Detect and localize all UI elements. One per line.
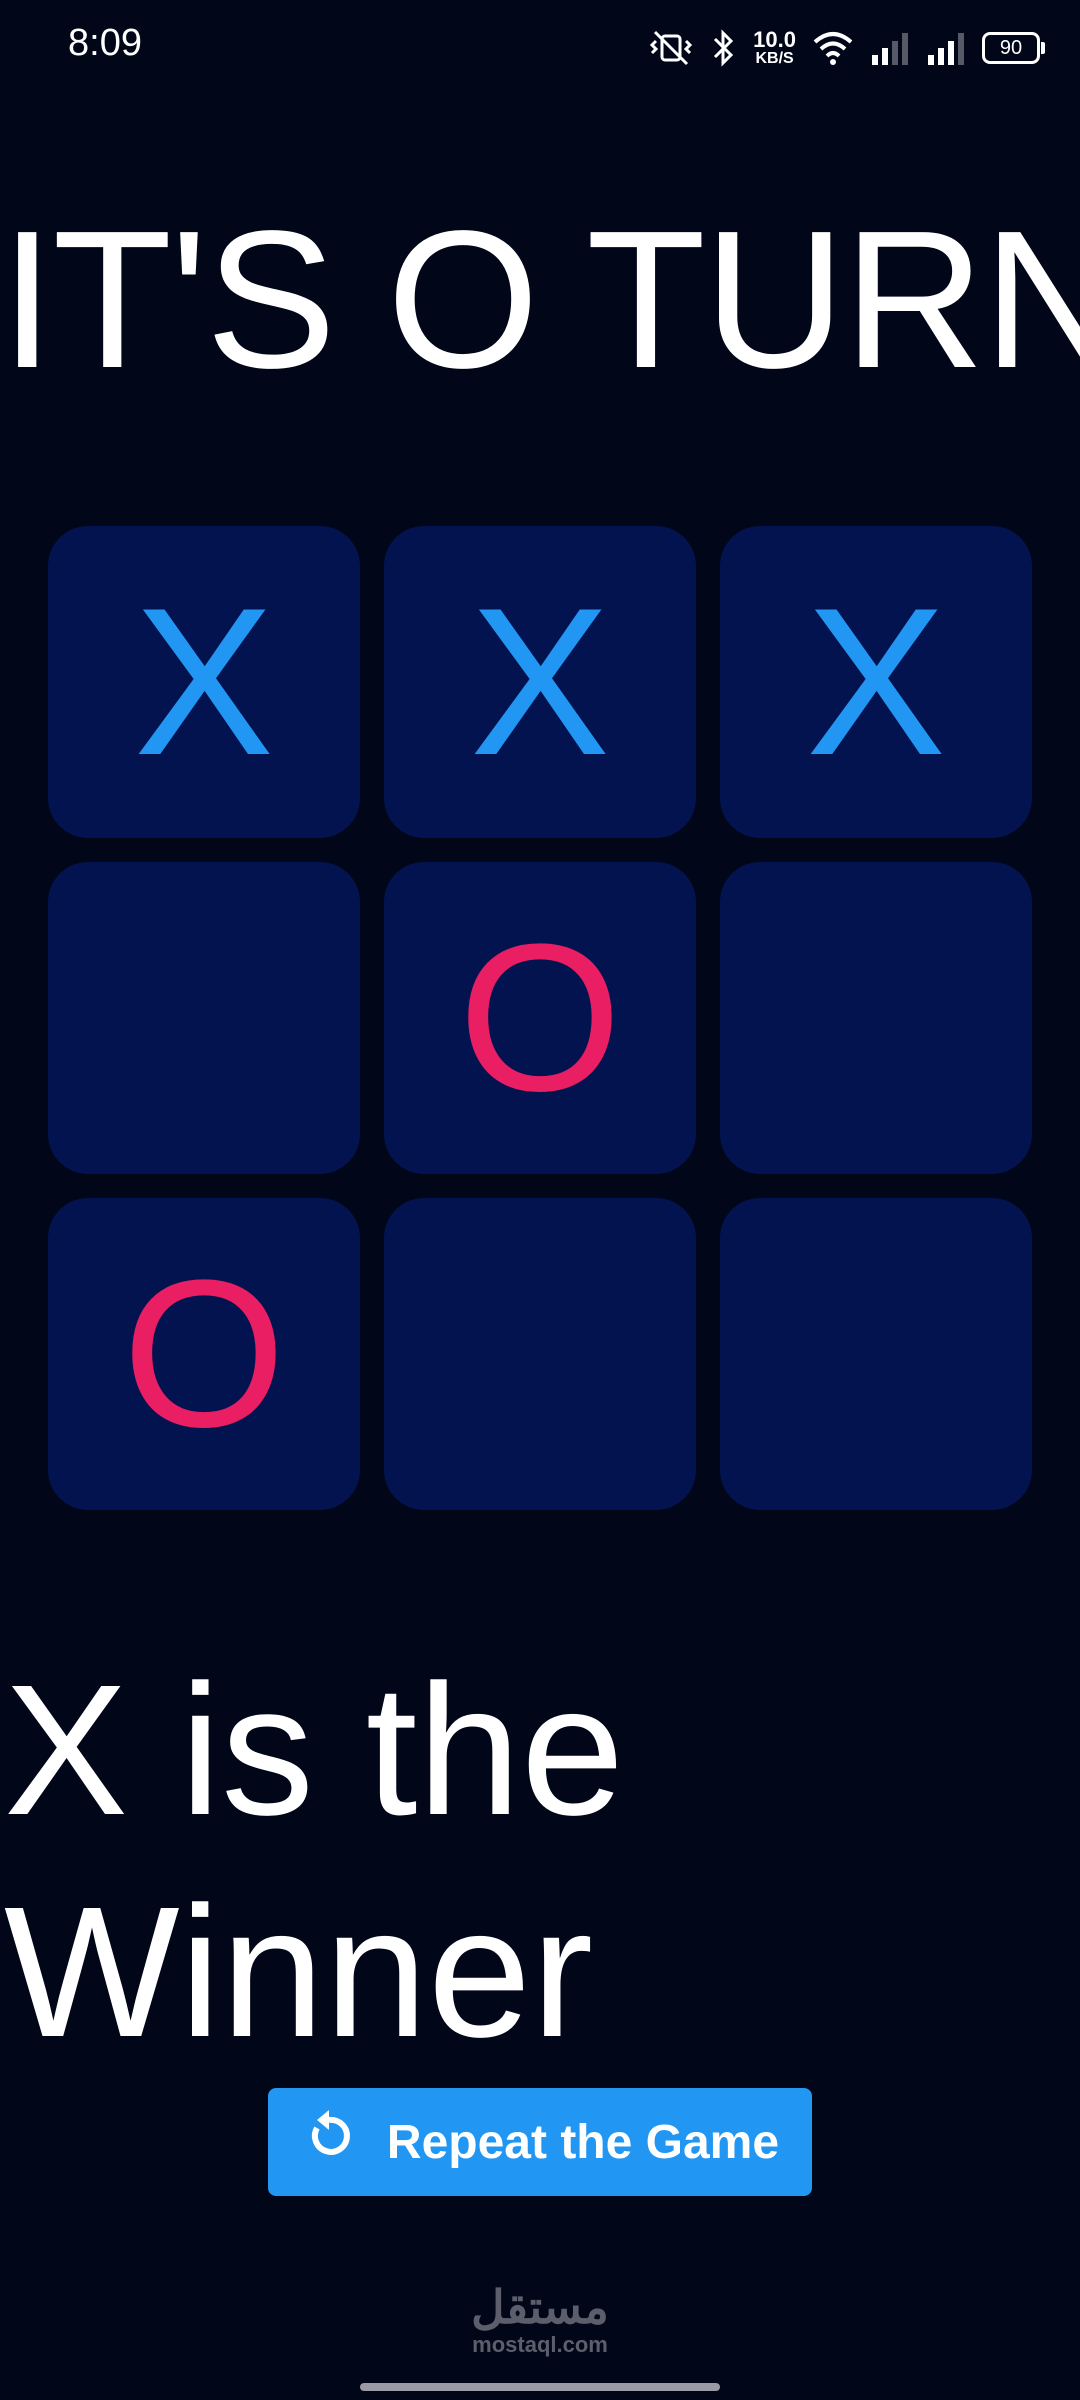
repeat-game-button[interactable]: Repeat the Game [268,2088,812,2196]
battery-icon: 90 [982,32,1045,64]
network-speed: 10.0 KB/S [753,27,796,67]
wifi-icon [812,30,854,66]
board-cell-r3c1[interactable]: O [48,1198,360,1510]
board-cell-r1c2[interactable]: X [384,526,696,838]
board-cell-r3c2[interactable] [384,1198,696,1510]
turn-indicator: IT'S O TURN [0,190,1080,409]
winner-message: X is the Winner [4,1647,625,2076]
home-indicator[interactable] [360,2383,720,2391]
board-cell-r1c3[interactable]: X [720,526,1032,838]
repeat-game-label: Repeat the Game [386,2115,780,2169]
replay-icon [301,2108,357,2176]
bluetooth-icon [711,28,737,68]
board-cell-r2c3[interactable] [720,862,1032,1174]
board-cell-r2c1[interactable] [48,862,360,1174]
signal-icon-1 [870,31,910,65]
watermark-latin: mostaql.com [472,2332,608,2357]
status-time: 8:09 [68,22,142,64]
board-cell-r2c2[interactable]: O [384,862,696,1174]
game-board: X X X O O [48,526,1032,1510]
board-cell-r1c1[interactable]: X [48,526,360,838]
signal-icon-2 [926,31,966,65]
status-bar: 8:09 10.0 KB/S 90 [0,0,1080,96]
status-icons: 10.0 KB/S 90 [647,18,1045,78]
watermark-logo: مستقل mostaql.com [0,2282,1080,2358]
board-cell-r3c3[interactable] [720,1198,1032,1510]
watermark-arabic: مستقل [471,2281,609,2333]
vibrate-off-icon [647,28,695,68]
